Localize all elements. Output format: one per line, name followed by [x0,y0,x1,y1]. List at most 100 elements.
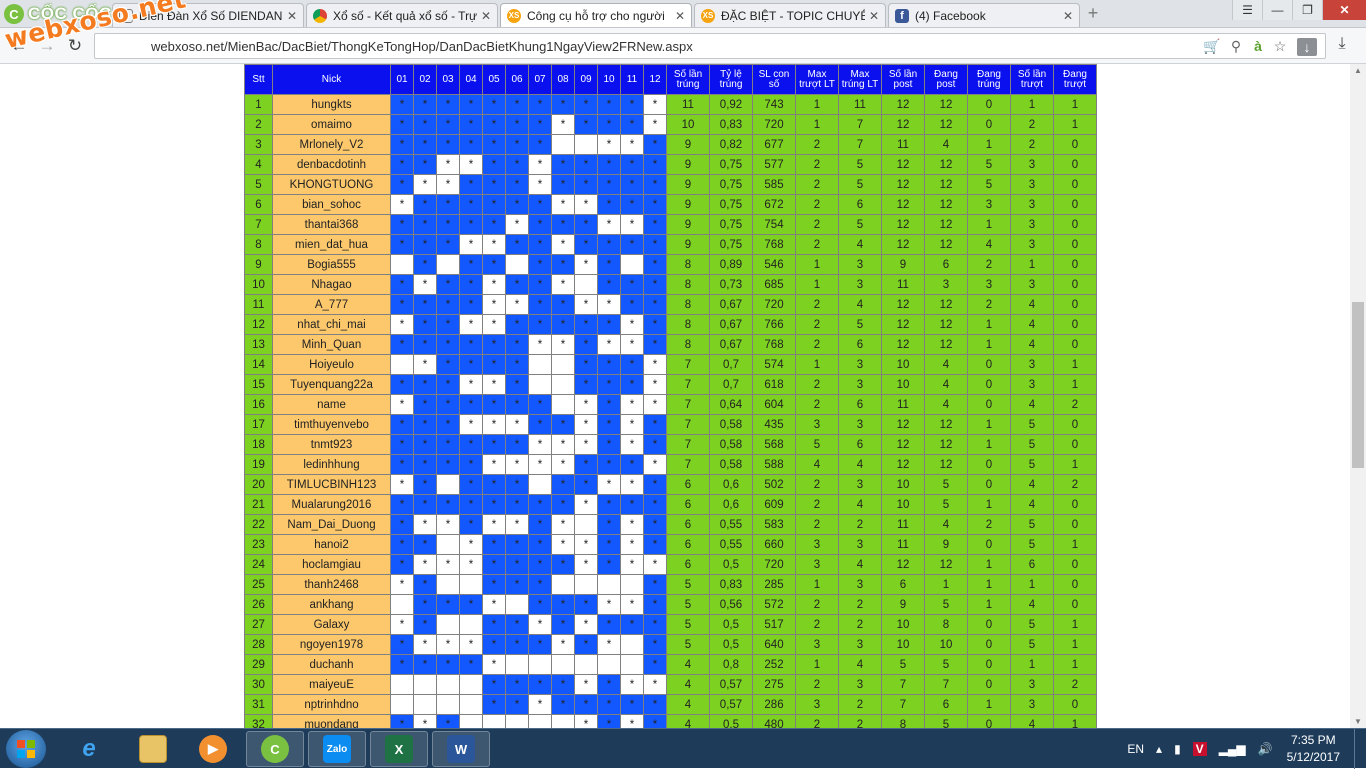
row-nick[interactable]: hanoi2 [272,534,391,555]
header-day: 02 [413,64,437,95]
taskbar-coccoc[interactable]: C [246,731,304,767]
address-bar[interactable]: webxoso.net/MienBac/DacBiet/ThongKeTongH… [94,33,1326,59]
row-nick[interactable]: A_777 [272,294,391,315]
row-stat: 3 [1010,354,1054,375]
language-indicator[interactable]: EN [1127,742,1144,756]
tab-dac-biet[interactable]: XS ĐẶC BIỆT - TOPIC CHUYÊN ✕ [694,3,886,27]
table-row: 10 Nhagao * * * * * * * * * * * 8 0,73 685 1 3 11 3 3 3 0 [244,274,1097,295]
row-nick[interactable]: hoclamgiau [272,554,391,575]
close-icon[interactable]: ✕ [869,9,879,23]
row-stat: 0,7 [709,374,753,395]
download-arrow-icon[interactable]: ↓ [1297,38,1317,56]
day-cell-hit: * [482,354,506,375]
day-cell-miss: * [574,434,598,455]
taskbar-explorer[interactable] [124,731,182,767]
tray-arrow-icon[interactable]: ▴ [1156,742,1162,756]
day-cell-hit: * [390,334,414,355]
vietkey-icon[interactable]: V [1192,742,1207,756]
show-desktop-button[interactable] [1354,729,1366,769]
day-cell-empty [436,614,460,635]
new-tab-button[interactable]: + [1084,4,1102,23]
close-window-button[interactable]: ✕ [1322,0,1366,20]
row-nick[interactable]: mien_dat_hua [272,234,391,255]
row-nick[interactable]: ngoyen1978 [272,634,391,655]
row-nick[interactable]: TIMLUCBINH123 [272,474,391,495]
row-nick[interactable]: nptrinhdno [272,694,391,715]
close-icon[interactable]: ✕ [287,9,297,23]
row-nick[interactable]: name [272,394,391,415]
taskbar-zalo[interactable]: Zalo [308,731,366,767]
row-nick[interactable]: maiyeuE [272,674,391,695]
zoom-icon[interactable]: ⚲ [1227,37,1245,55]
start-button[interactable] [6,730,46,768]
row-stat: 0,5 [709,714,753,728]
row-nick[interactable]: Tuyenquang22a [272,374,391,395]
row-nick[interactable]: Nhagao [272,274,391,295]
battery-icon[interactable]: ▮ [1174,742,1181,756]
row-nick[interactable]: Mrlonely_V2 [272,134,391,155]
day-cell-empty [551,574,575,595]
close-icon[interactable]: ✕ [1063,9,1073,23]
taskbar-ie[interactable]: e [60,731,118,767]
day-cell-miss: * [643,114,667,135]
day-cell-empty [436,254,460,275]
volume-icon[interactable]: 🔊 [1258,742,1273,756]
minimize-button[interactable]: — [1262,0,1292,20]
row-nick[interactable]: Mualarung2016 [272,494,391,515]
row-nick[interactable]: ledinhhung [272,454,391,475]
row-nick[interactable]: thanh2468 [272,574,391,595]
day-cell-miss: * [597,294,621,315]
row-nick[interactable]: Minh_Quan [272,334,391,355]
scrollbar-thumb[interactable] [1352,302,1364,468]
row-nick[interactable]: Galaxy [272,614,391,635]
taskbar-excel[interactable]: X [370,731,428,767]
row-nick[interactable]: muondang [272,714,391,728]
menu-icon[interactable]: ☰ [1232,0,1262,20]
tab-xoso[interactable]: Xổ số - Kết quả xổ số - Trự ✕ [306,3,498,27]
maximize-button[interactable]: ❐ [1292,0,1322,20]
row-nick[interactable]: bian_sohoc [272,194,391,215]
row-nick[interactable]: hungkts [272,94,391,115]
row-nick[interactable]: ankhang [272,594,391,615]
clock[interactable]: 7:35 PM 5/12/2017 [1287,732,1340,766]
tab-cong-cu[interactable]: XS Công cụ hỗ trợ cho người ✕ [500,3,692,27]
row-stat: 12 [881,214,925,235]
day-cell-hit: * [620,114,644,135]
close-icon[interactable]: ✕ [481,9,491,23]
windows-logo-icon [17,740,35,758]
scroll-down-arrow-icon[interactable]: ▼ [1354,717,1362,726]
row-stat: 435 [752,414,796,435]
row-nick[interactable]: tnmt923 [272,434,391,455]
row-nick[interactable]: duchanh [272,654,391,675]
row-nick[interactable]: KHONGTUONG [272,174,391,195]
row-stat: 12 [924,174,968,195]
row-nick[interactable]: nhat_chi_mai [272,314,391,335]
day-cell-miss: * [436,514,460,535]
translate-icon[interactable]: à [1249,37,1267,55]
word-icon: W [447,735,475,763]
taskbar-media-player[interactable]: ▶ [184,731,242,767]
tab-facebook[interactable]: f (4) Facebook ✕ [888,3,1080,27]
bookmark-star-icon[interactable]: ☆ [1271,37,1289,55]
row-nick[interactable]: denbacdotinh [272,154,391,175]
row-stat: 0 [1053,134,1097,155]
row-stt: 26 [244,594,273,615]
download-icon[interactable]: ⤓ [1332,35,1352,57]
table-row: 6 bian_sohoc * * * * * * * * * * * * 9 0,75 672 2 6 12 12 3 3 0 [244,194,1097,215]
row-nick[interactable]: Bogia555 [272,254,391,275]
row-nick[interactable]: omaimo [272,114,391,135]
day-cell-hit: * [528,274,552,295]
cart-icon[interactable]: 🛒 [1203,37,1221,55]
row-stat: 7 [666,354,710,375]
row-nick[interactable]: thantai368 [272,214,391,235]
vertical-scrollbar[interactable]: ▲ ▼ [1350,64,1366,728]
day-cell-empty [620,254,644,275]
row-nick[interactable]: Hoiyeulo [272,354,391,375]
taskbar-word[interactable]: W [432,731,490,767]
close-icon[interactable]: ✕ [675,9,685,23]
scroll-up-arrow-icon[interactable]: ▲ [1354,66,1362,75]
row-nick[interactable]: timthuyenvebo [272,414,391,435]
row-nick[interactable]: Nam_Dai_Duong [272,514,391,535]
day-cell-empty [528,714,552,728]
network-signal-icon[interactable]: ▂▄▆ [1219,742,1246,756]
